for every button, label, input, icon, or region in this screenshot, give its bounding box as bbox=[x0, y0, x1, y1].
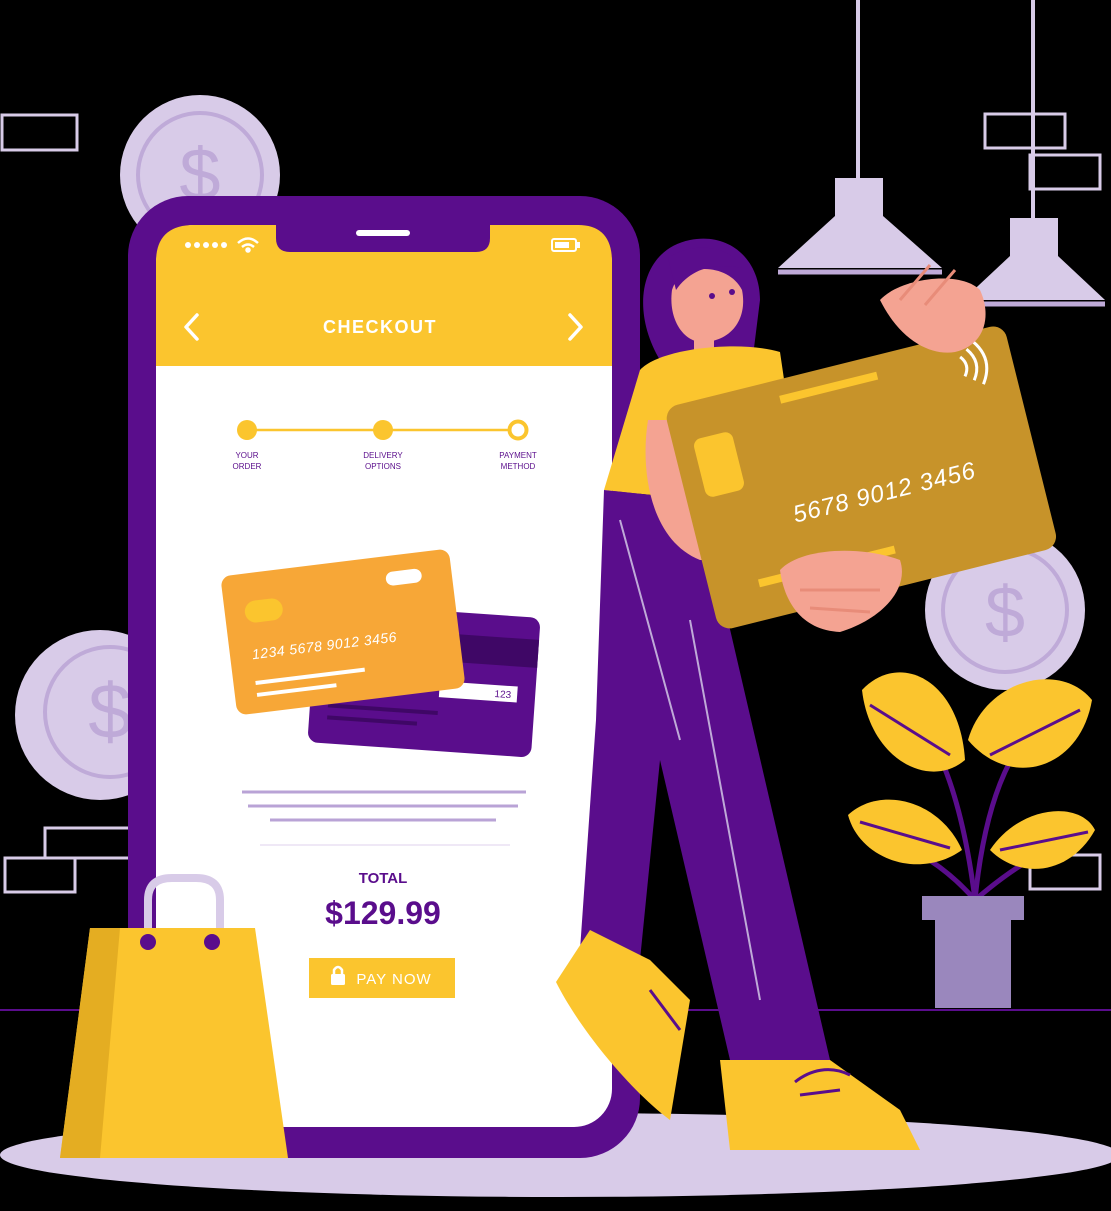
illustration: $ $ $ CHECKOUT YOUR ORDER DELIVERY OPTIO… bbox=[0, 0, 1111, 1206]
step-label: OPTIONS bbox=[365, 462, 401, 471]
step-label: PAYMENT bbox=[499, 451, 537, 460]
back-button[interactable] bbox=[172, 305, 212, 349]
step-label: YOUR bbox=[235, 451, 258, 460]
total-label: TOTAL bbox=[359, 870, 408, 887]
step-label: METHOD bbox=[501, 462, 536, 471]
pay-now-button[interactable]: PAY NOW bbox=[309, 958, 455, 998]
step-dot-payment[interactable] bbox=[507, 419, 529, 441]
forward-button[interactable] bbox=[556, 305, 596, 349]
checkout-title: CHECKOUT bbox=[323, 317, 437, 337]
pay-now-label: PAY NOW bbox=[356, 971, 431, 988]
card-cvv: 123 bbox=[494, 689, 512, 701]
step-label: ORDER bbox=[233, 462, 262, 471]
svg-text:$: $ bbox=[985, 573, 1025, 653]
pendant-lamp-icon bbox=[778, 0, 942, 275]
svg-text:$: $ bbox=[88, 667, 131, 755]
potted-plant-icon bbox=[848, 672, 1095, 1008]
step-dot-order[interactable] bbox=[237, 420, 257, 440]
pendant-lamp-icon bbox=[963, 0, 1105, 307]
total-amount: $129.99 bbox=[325, 895, 441, 931]
step-label: DELIVERY bbox=[363, 451, 403, 460]
step-dot-delivery[interactable] bbox=[373, 420, 393, 440]
front-credit-card[interactable]: 1234 5678 9012 3456 bbox=[220, 549, 465, 716]
